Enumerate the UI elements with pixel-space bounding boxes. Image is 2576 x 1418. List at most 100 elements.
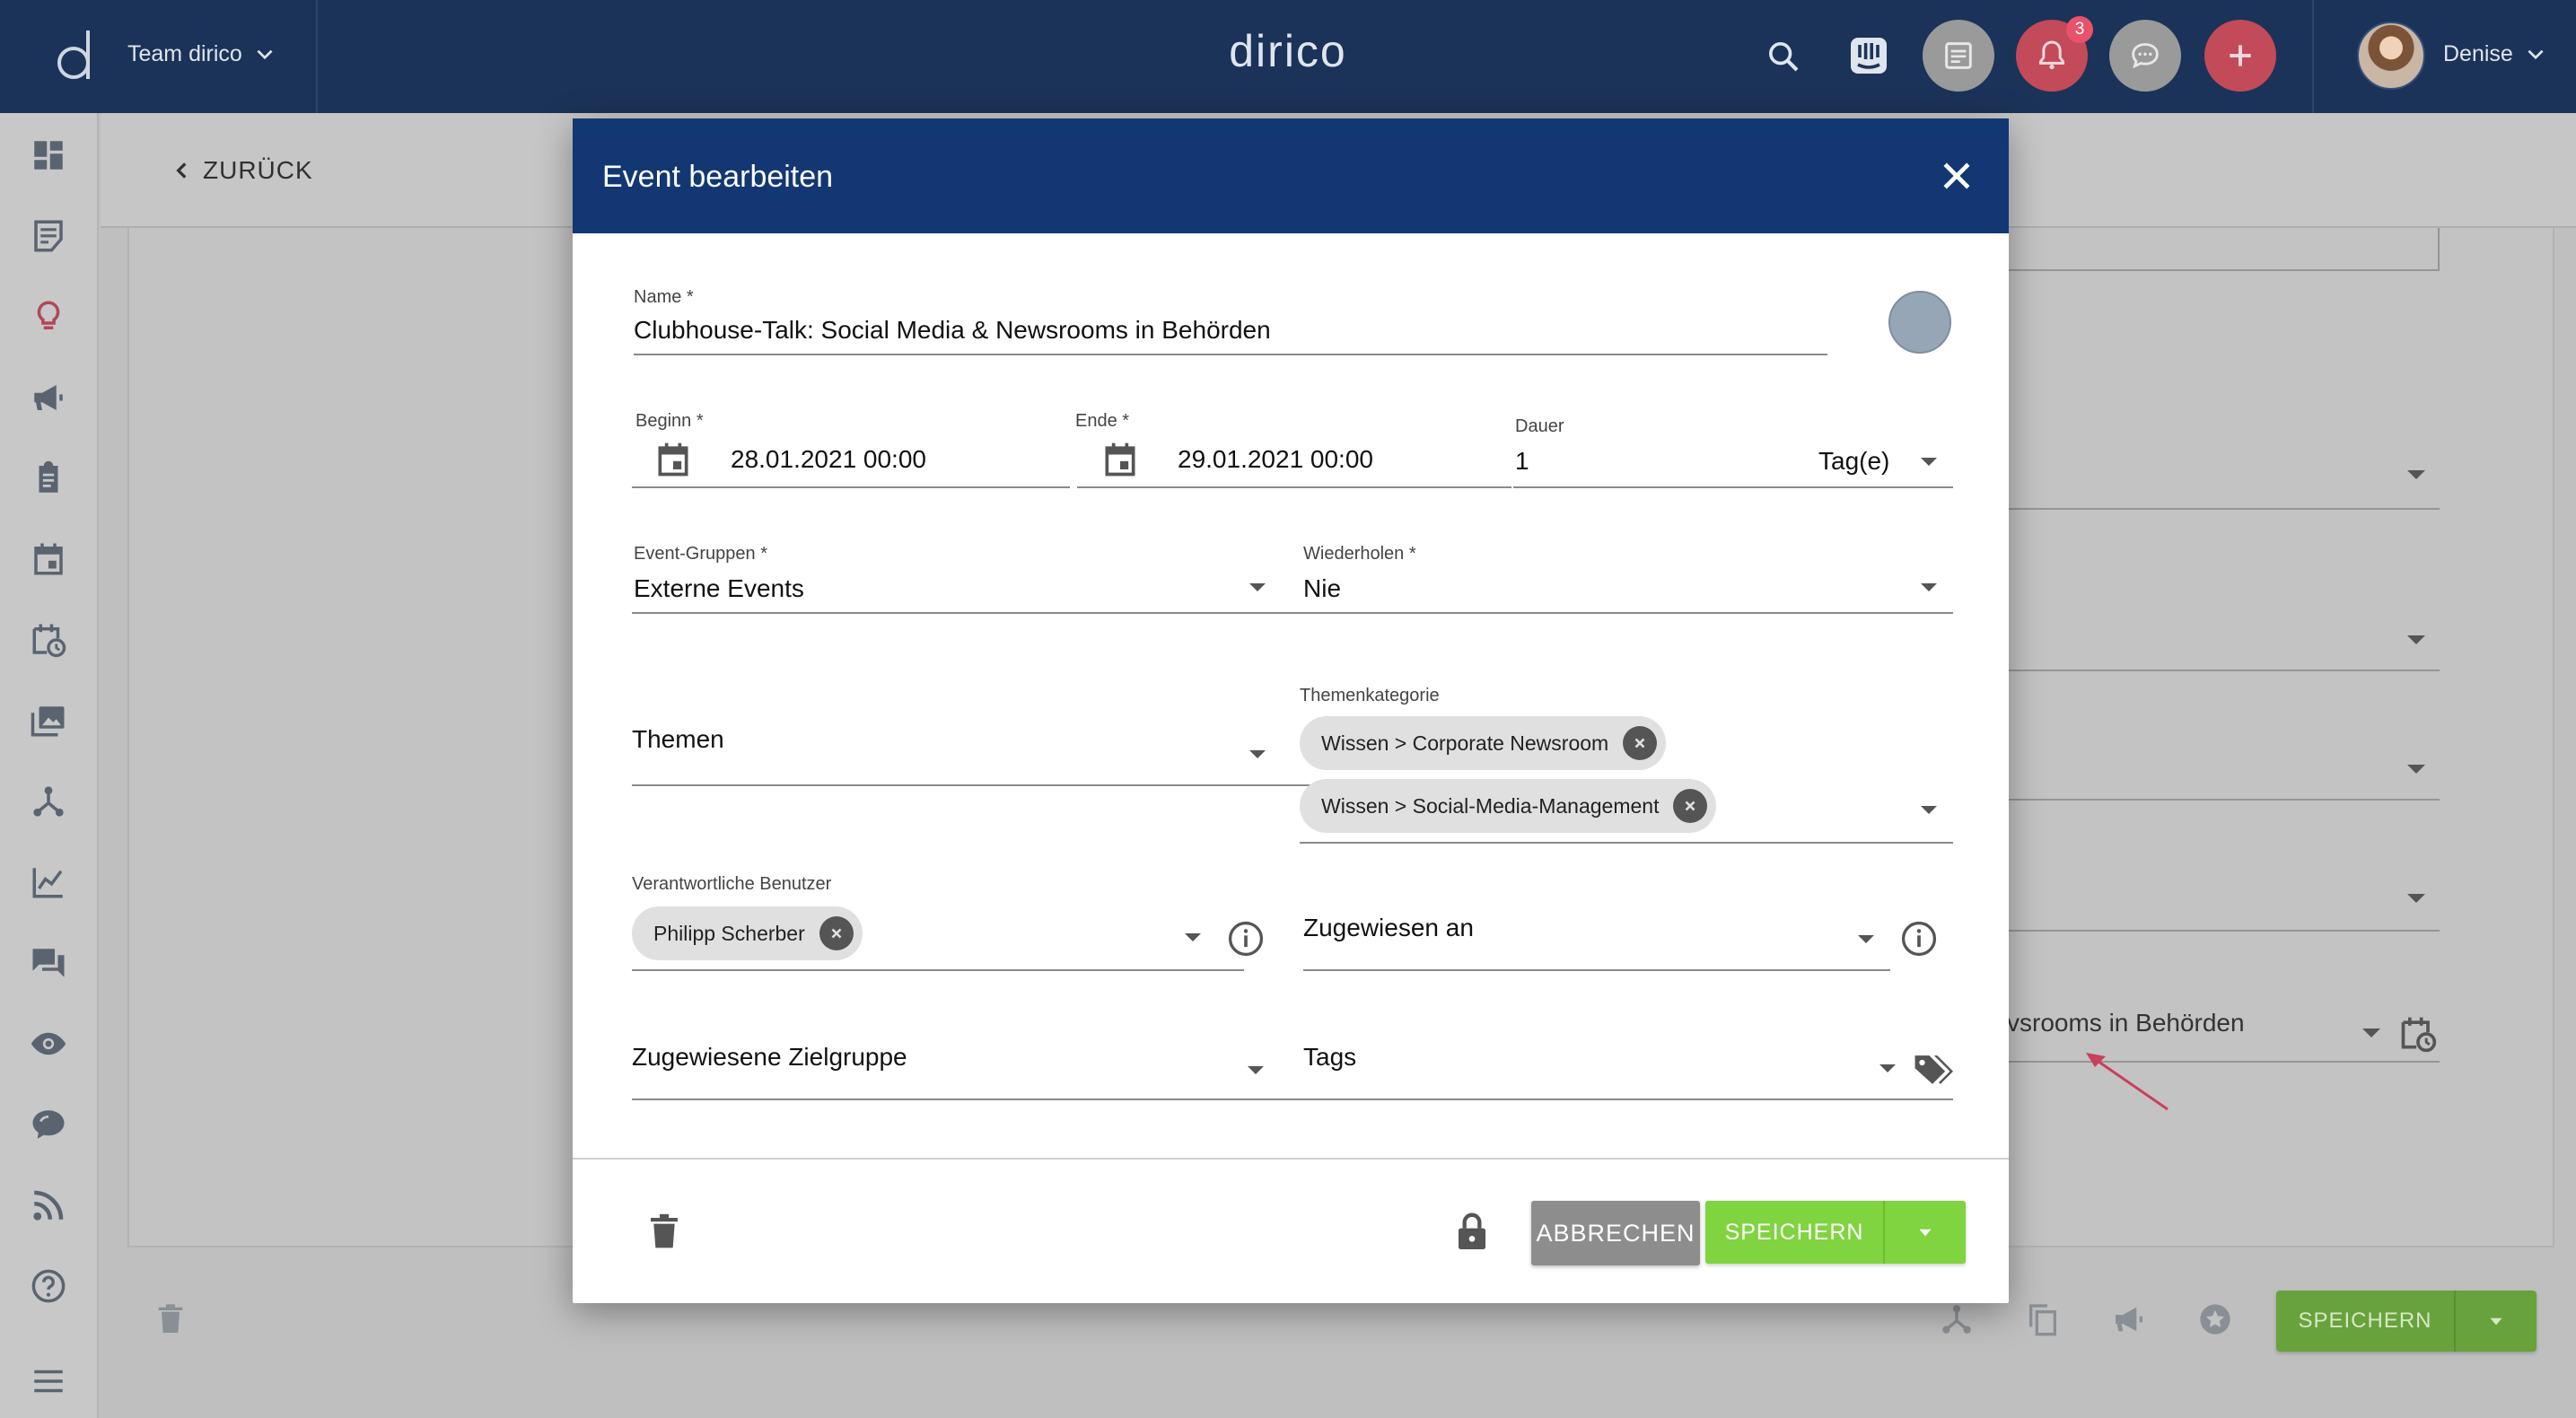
content-list-icon[interactable] [28,215,69,257]
caret-down-icon[interactable] [2407,894,2425,903]
plus-icon [2230,45,2251,66]
assigned-to-select[interactable]: Zugewiesen an [1303,914,1474,942]
app-title: dirico [1229,26,1347,76]
caret-down-icon[interactable] [1248,1066,1264,1074]
star-badge-icon[interactable] [2195,1300,2235,1339]
caret-down-icon[interactable] [1921,583,1937,591]
divider [2009,269,2440,271]
event-color-picker[interactable] [1888,291,1951,354]
caret-down-icon[interactable] [1921,458,1937,466]
remove-chip-icon[interactable] [819,916,854,950]
begin-label: Beginn * [635,411,704,431]
caret-down-icon[interactable] [1921,806,1937,814]
calendar-icon[interactable] [653,440,693,479]
help-icon[interactable] [28,1265,69,1307]
trash-icon[interactable] [646,1212,682,1251]
save-label: SPEICHERN [1705,1201,1885,1264]
responsible-user-chip[interactable]: Philipp Scherber [632,906,863,960]
remove-chip-icon[interactable] [1673,789,1708,823]
end-datetime-input[interactable]: 29.01.2021 00:00 [1178,445,1373,474]
caret-down-icon[interactable] [1858,935,1874,943]
clipboard-icon[interactable] [28,458,69,499]
save-options-dropdown[interactable] [1885,1201,1966,1264]
dashboard-icon[interactable] [28,135,69,176]
close-icon[interactable] [1937,156,1976,196]
notes-button[interactable] [1923,20,1994,92]
chip-label: Philipp Scherber [653,921,805,945]
info-icon[interactable] [1899,919,1939,958]
background-save-button[interactable]: SPEICHERN [2276,1291,2537,1352]
back-link[interactable]: ZURÜCK [171,156,313,185]
rss-icon[interactable] [28,1185,69,1226]
field-underline [1513,486,1953,488]
tags-input[interactable]: Tags [1303,1043,1356,1072]
cancel-button[interactable]: ABBRECHEN [1531,1201,1700,1265]
caret-down-icon[interactable] [2362,1028,2380,1037]
calendar-clock-icon[interactable] [28,619,69,661]
caret-down-icon[interactable] [1249,583,1266,591]
field-underline [632,784,1316,786]
user-menu[interactable]: Denise [2443,41,2547,67]
analytics-chart-icon[interactable] [28,862,69,903]
lock-icon[interactable] [1454,1210,1490,1253]
calendar-icon[interactable] [1100,440,1140,479]
chat-bubble-icon [2132,43,2159,69]
dialog-header: Event bearbeiten [573,118,2009,233]
chevron-down-icon [2528,49,2544,59]
megaphone-icon[interactable] [28,377,69,418]
caret-down-icon[interactable] [2407,470,2425,479]
avatar[interactable] [2357,22,2425,90]
network-icon[interactable] [28,781,69,822]
save-button[interactable]: SPEICHERN [1705,1201,1966,1264]
copy-icon[interactable] [2023,1300,2063,1339]
caret-down-icon[interactable] [2407,765,2425,774]
chat-button[interactable] [2109,20,2181,92]
tags-icon[interactable] [1912,1052,1953,1088]
topics-select[interactable]: Themen [632,725,724,754]
idea-bulb-icon[interactable] [28,296,69,337]
event-groups-select[interactable]: Externe Events [634,574,804,603]
repeat-select[interactable]: Nie [1303,574,1341,603]
end-label: Ende * [1075,411,1130,431]
notification-count-badge: 3 [2066,16,2093,43]
caret-down-icon[interactable] [2407,635,2425,644]
network-icon[interactable] [1937,1300,1976,1339]
intercom-icon[interactable] [1845,32,1892,79]
field-underline [634,354,1827,355]
bubble-icon[interactable] [28,1104,69,1145]
trash-icon[interactable] [151,1300,190,1339]
caret-down-icon[interactable] [2456,1291,2537,1352]
begin-datetime-input[interactable]: 28.01.2021 00:00 [731,445,926,474]
field-underline [2009,799,2440,801]
field-underline [1077,486,1511,488]
megaphone-icon[interactable] [2109,1300,2149,1339]
menu-icon[interactable] [28,1361,69,1402]
remove-chip-icon[interactable] [1623,726,1658,760]
calendar-clock-icon[interactable] [2398,1012,2438,1055]
calendar-icon[interactable] [28,538,69,580]
topic-category-chip[interactable]: Wissen > Social-Media-Management [1300,779,1717,833]
eye-icon[interactable] [28,1023,69,1064]
back-label: ZURÜCK [203,156,313,184]
duration-input[interactable]: 1 [1515,447,1529,476]
topic-category-chip[interactable]: Wissen > Corporate Newsroom [1300,716,1667,770]
duration-unit-select[interactable]: Tag(e) [1818,447,1889,476]
name-input[interactable]: Clubhouse-Talk: Social Media & Newsrooms… [634,316,1271,345]
field-underline [632,486,1070,488]
caret-down-icon[interactable] [1879,1064,1896,1072]
bell-icon [2039,40,2064,70]
comments-icon[interactable] [28,942,69,984]
caret-down-icon [1919,1229,1932,1237]
field-underline [1303,969,1890,971]
info-icon[interactable] [1226,919,1266,958]
create-button[interactable] [2204,20,2276,92]
caret-down-icon[interactable] [1249,750,1266,758]
field-underline [2009,670,2440,671]
media-gallery-icon[interactable] [28,700,69,741]
target-group-select[interactable]: Zugewiesene Zielgruppe [632,1043,907,1072]
caret-down-icon[interactable] [1185,933,1201,941]
name-label: Name * [634,287,694,307]
search-icon[interactable] [1761,34,1806,79]
top-bar: Team dirico dirico 3 Denise [0,0,2576,113]
notifications-button[interactable]: 3 [2016,16,2093,92]
